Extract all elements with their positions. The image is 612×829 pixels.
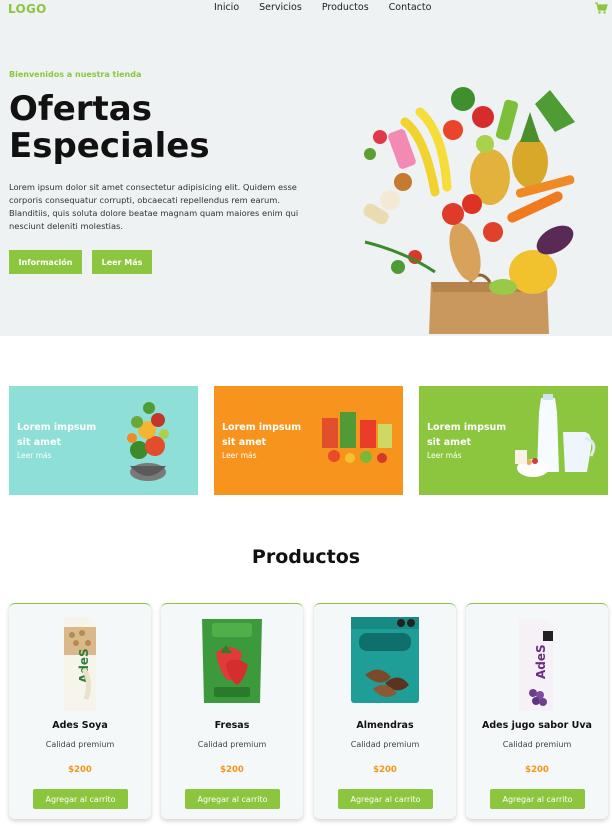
promo-link[interactable]: Leer más (427, 451, 462, 460)
almendras-image (351, 617, 419, 703)
ades-uva-image: AdeS (519, 619, 553, 711)
add-to-cart-button[interactable]: Agregar al carrito (185, 789, 280, 809)
products-title: Productos (251, 546, 361, 568)
product-description: Calidad premium (45, 740, 115, 749)
ades-soya-image: AdeS (64, 617, 96, 711)
promo-banner-1[interactable]: Lorem impsum sit amet Leer más (9, 386, 198, 495)
product-price: $200 (525, 765, 549, 775)
vegetable-pot-image (127, 402, 169, 481)
product-description: Calidad premium (502, 740, 572, 749)
hero-title-line2: Especiales (9, 126, 210, 166)
nav-link-productos[interactable]: Productos (322, 2, 369, 13)
product-name: Ades Soya (52, 720, 108, 731)
cart-icon[interactable] (594, 1, 608, 15)
navbar: LOGO Inicio Servicios Productos Contacto (0, 0, 612, 18)
product-name: Ades jugo sabor Uva (482, 720, 592, 731)
product-card: Almendras Calidad premium $200 Agregar a… (314, 603, 456, 819)
info-button[interactable]: Información (9, 250, 82, 274)
promo-title: Lorem impsum sit amet (427, 422, 507, 448)
hero-section: LOGO Inicio Servicios Productos Contacto… (0, 0, 612, 336)
nav-link-inicio[interactable]: Inicio (214, 2, 239, 13)
add-to-cart-button[interactable]: Agregar al carrito (338, 789, 433, 809)
hero-title: Ofertas Especiales (9, 91, 309, 165)
read-more-button[interactable]: Leer Más (92, 250, 152, 274)
promo-banner-2[interactable]: Lorem impsum sit amet Leer más (214, 386, 403, 495)
product-price: $200 (68, 765, 92, 775)
promo-link[interactable]: Leer más (222, 451, 257, 460)
product-name: Fresas (214, 720, 250, 731)
svg-text:AdeS: AdeS (534, 644, 548, 679)
product-card: AdeS Ades Soya Calidad premium $200 Agre… (9, 603, 151, 819)
groceries-bag-image (363, 87, 575, 334)
product-description: Calidad premium (350, 740, 420, 749)
add-to-cart-button[interactable]: Agregar al carrito (490, 789, 585, 809)
nav-link-contacto[interactable]: Contacto (389, 2, 432, 13)
product-card: AdeS Ades jugo sabor Uva Calidad premium… (466, 603, 608, 819)
product-name: Almendras (356, 720, 414, 731)
promo-title: Lorem impsum sit amet (222, 422, 302, 448)
nav-link-servicios[interactable]: Servicios (259, 2, 302, 13)
logo[interactable]: LOGO (8, 2, 47, 16)
welcome-text: Bienvenidos a nuestra tienda (9, 70, 142, 79)
product-card: Fresas Calidad premium $200 Agregar al c… (161, 603, 303, 819)
product-price: $200 (220, 765, 244, 775)
hero-description: Lorem ipsum dolor sit amet consectetur a… (9, 182, 299, 231)
fresas-image (202, 619, 262, 703)
promo-title: Lorem impsum sit amet (17, 422, 97, 448)
product-price: $200 (373, 765, 397, 775)
add-to-cart-button[interactable]: Agregar al carrito (33, 789, 128, 809)
nav-menu: Inicio Servicios Productos Contacto (214, 2, 431, 13)
promo-link[interactable]: Leer más (17, 451, 52, 460)
promo-banner-3[interactable]: Lorem impsum sit amet Leer más (419, 386, 608, 495)
hero-title-line1: Ofertas (9, 89, 152, 129)
product-description: Calidad premium (197, 740, 267, 749)
dairy-image (515, 394, 596, 477)
smoothies-image (322, 412, 392, 463)
